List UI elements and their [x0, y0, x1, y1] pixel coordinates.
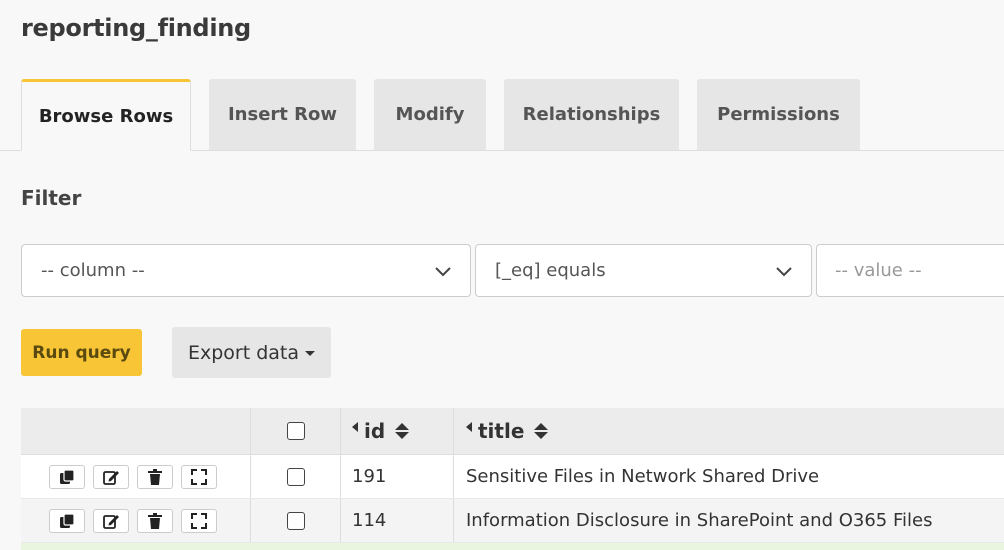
expand-icon[interactable] [181, 509, 217, 533]
column-select[interactable]: -- column -- [21, 244, 471, 297]
tab-browse-rows[interactable]: Browse Rows [21, 79, 191, 151]
header-select-cell [251, 408, 341, 454]
chevron-down-icon [776, 267, 792, 277]
header-id-cell[interactable]: id [341, 408, 454, 454]
tab-bar: Browse Rows Insert Row Modify Relationsh… [0, 79, 1004, 151]
select-all-checkbox[interactable] [286, 422, 305, 440]
id-cell: 191 [341, 455, 454, 498]
clone-icon[interactable] [49, 465, 85, 489]
sort-icon[interactable] [395, 423, 410, 439]
row-actions [21, 455, 251, 498]
export-data-button[interactable]: Export data [172, 327, 331, 378]
table-row: 114 Information Disclosure in SharePoint… [21, 499, 1004, 543]
table-row-partial [21, 543, 1004, 550]
collapse-icon[interactable] [352, 422, 358, 432]
sort-icon[interactable] [534, 423, 549, 439]
header-title-cell[interactable]: title [454, 408, 1004, 454]
row-select-cell [251, 455, 341, 498]
id-cell: 114 [341, 499, 454, 542]
clone-icon[interactable] [49, 509, 85, 533]
collapse-icon[interactable] [466, 422, 472, 432]
operator-select-value: [_eq] equals [495, 260, 606, 281]
page-title: reporting_finding [21, 14, 251, 42]
id-value: 114 [352, 510, 387, 531]
expand-icon[interactable] [181, 465, 217, 489]
row-select-cell [251, 499, 341, 542]
title-cell: Information Disclosure in SharePoint and… [454, 499, 1004, 542]
data-grid: id title 191 Sensitive Files in Network … [21, 408, 1004, 550]
header-actions-cell [21, 408, 251, 454]
row-actions [21, 499, 251, 542]
table-row: 191 Sensitive Files in Network Shared Dr… [21, 455, 1004, 499]
title-cell: Sensitive Files in Network Shared Drive [454, 455, 1004, 498]
tab-insert-row[interactable]: Insert Row [209, 79, 356, 150]
edit-icon[interactable] [93, 465, 129, 489]
title-value: Information Disclosure in SharePoint and… [466, 510, 933, 531]
id-value: 191 [352, 466, 387, 487]
chevron-down-icon [435, 267, 451, 277]
tab-permissions[interactable]: Permissions [697, 79, 860, 150]
column-select-value: -- column -- [41, 260, 145, 281]
edit-icon[interactable] [93, 509, 129, 533]
delete-icon[interactable] [137, 465, 173, 489]
grid-header: id title [21, 408, 1004, 455]
row-checkbox[interactable] [286, 511, 305, 530]
value-input[interactable] [816, 244, 1004, 297]
run-query-button[interactable]: Run query [21, 329, 142, 376]
caret-down-icon [305, 351, 316, 356]
column-header-title: title [478, 419, 525, 443]
delete-icon[interactable] [137, 509, 173, 533]
export-data-label: Export data [187, 341, 300, 364]
tab-relationships[interactable]: Relationships [504, 79, 679, 150]
title-value: Sensitive Files in Network Shared Drive [466, 466, 820, 487]
tab-modify[interactable]: Modify [374, 79, 486, 150]
filter-label: Filter [21, 186, 82, 210]
column-header-id: id [364, 419, 386, 443]
operator-select[interactable]: [_eq] equals [475, 244, 812, 297]
row-checkbox[interactable] [286, 467, 305, 486]
